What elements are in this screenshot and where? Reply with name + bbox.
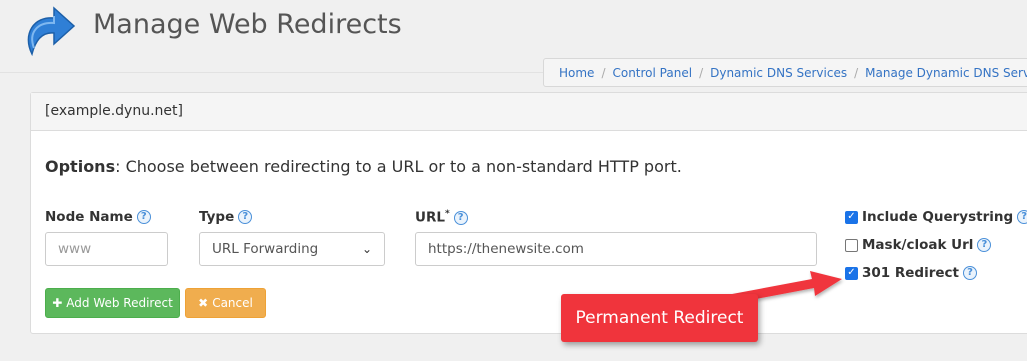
annotation-callout: Permanent Redirect [561, 294, 758, 342]
annotation-arrow [700, 271, 842, 309]
